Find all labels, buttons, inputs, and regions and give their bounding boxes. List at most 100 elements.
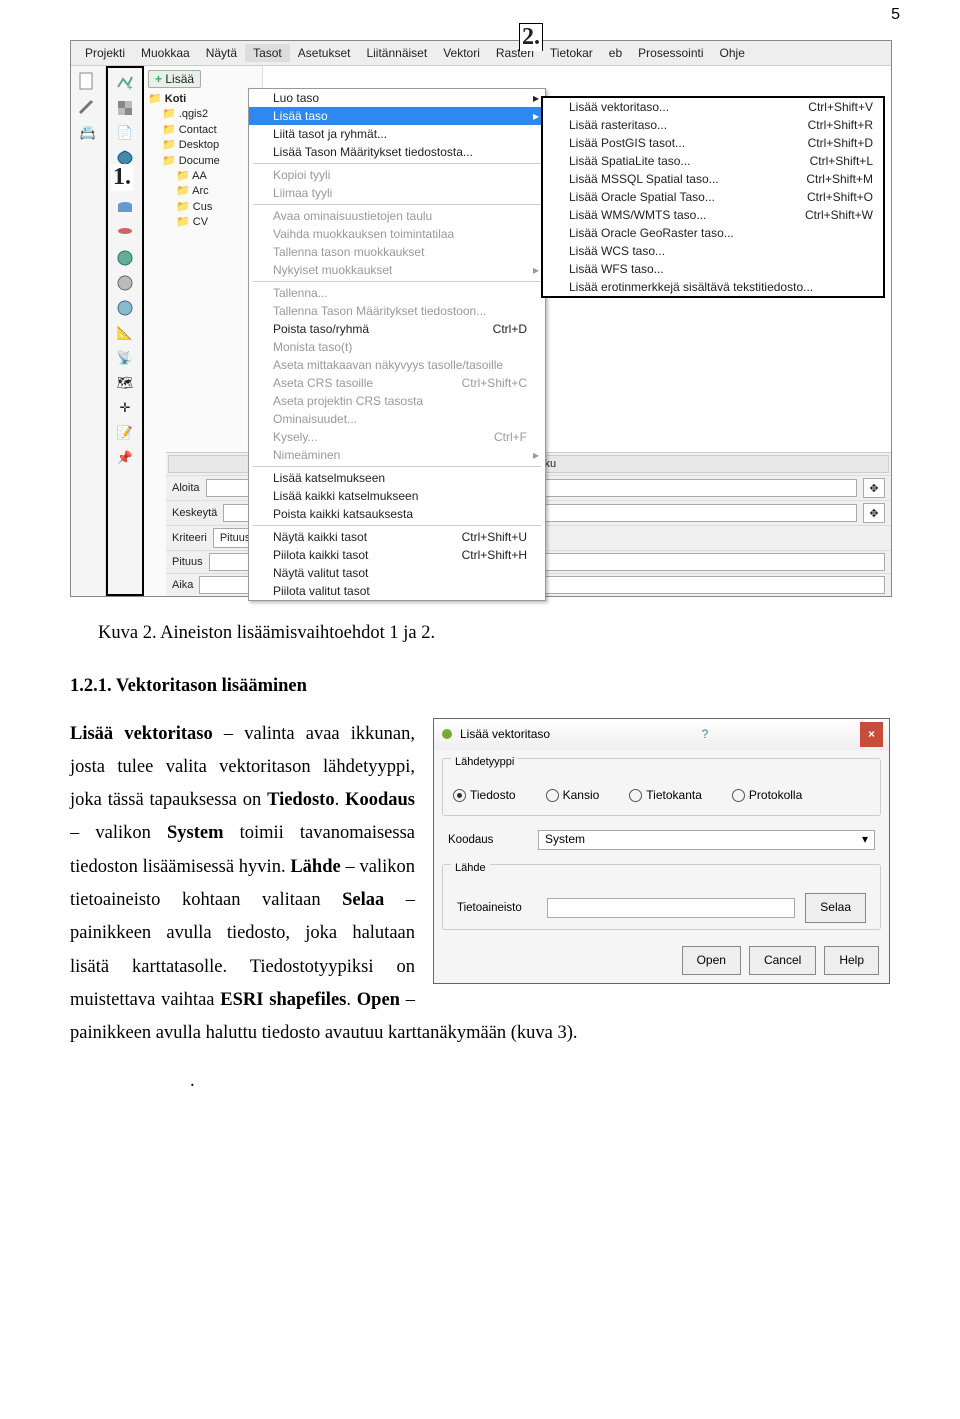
radio-protokolla[interactable]: Protokolla: [732, 785, 802, 807]
submenu-item[interactable]: Lisää PostGIS tasot...Ctrl+Shift+D: [543, 134, 883, 152]
lisaa-taso-submenu: Lisää vektoritaso...Ctrl+Shift+VLisää ra…: [541, 96, 885, 298]
add-vector-icon[interactable]: +: [114, 72, 136, 94]
menu-item: Liimaa tyyli: [249, 184, 545, 202]
tree-root[interactable]: Koti: [148, 92, 258, 107]
tree-item[interactable]: Docume: [162, 154, 258, 169]
menu-projekti[interactable]: Projekti: [77, 44, 133, 62]
tree-item[interactable]: Contact: [162, 123, 258, 138]
add-vector-dialog: Lisää vektoritaso ? × Lähdetyyppi Tiedos…: [433, 718, 890, 985]
submenu-item[interactable]: Lisää WCS taso...: [543, 242, 883, 260]
open-button[interactable]: Open: [682, 946, 741, 976]
add-oracle-icon[interactable]: [114, 222, 136, 244]
menu-item[interactable]: Liitä tasot ja ryhmät...: [249, 125, 545, 143]
lisaa-button[interactable]: + Lisää: [148, 70, 201, 88]
pencil-icon[interactable]: [77, 96, 99, 118]
tree-item[interactable]: .qgis2: [162, 107, 258, 122]
submenu-item[interactable]: Lisää Oracle Spatial Taso...Ctrl+Shift+O: [543, 188, 883, 206]
aika-label: Aika: [172, 579, 193, 591]
menu-item[interactable]: Näytä valitut tasot: [249, 564, 545, 582]
tree-item[interactable]: AA: [176, 169, 258, 184]
add-wcs-icon[interactable]: [114, 272, 136, 294]
menu-item[interactable]: Lisää Tason Määritykset tiedostosta...: [249, 143, 545, 161]
menu-item[interactable]: Piilota kaikki tasotCtrl+Shift+H: [249, 546, 545, 564]
radio-tietokanta[interactable]: Tietokanta: [629, 785, 702, 807]
submenu-item[interactable]: Lisää MSSQL Spatial taso...Ctrl+Shift+M: [543, 170, 883, 188]
menu-item[interactable]: Piilota valitut tasot: [249, 582, 545, 600]
menu-tietokar[interactable]: Tietokar: [542, 44, 601, 62]
add-csv-icon[interactable]: 📄: [114, 122, 136, 144]
page-number: 5: [891, 6, 900, 24]
menu-item: Nimeäminen: [249, 446, 545, 464]
menu-item: Avaa ominaisuustietojen taulu: [249, 207, 545, 225]
menu-item: Nykyiset muokkaukset: [249, 261, 545, 279]
cancel-button[interactable]: Cancel: [749, 946, 816, 976]
menu-item[interactable]: Lisää taso: [249, 107, 545, 125]
tietoaineisto-input[interactable]: [547, 898, 795, 918]
selaa-button[interactable]: Selaa: [805, 893, 866, 923]
submenu-item[interactable]: Lisää SpatiaLite taso...Ctrl+Shift+L: [543, 152, 883, 170]
menu-item[interactable]: Lisää kaikki katselmukseen: [249, 487, 545, 505]
menu-item[interactable]: Poista taso/ryhmäCtrl+D: [249, 320, 545, 338]
group-lahdetyyppi: Lähdetyyppi: [451, 753, 518, 773]
menu-muokkaa[interactable]: Muokkaa: [133, 44, 198, 62]
menu-item[interactable]: Poista kaikki katsauksesta: [249, 505, 545, 523]
submenu-item[interactable]: Lisää erotinmerkkejä sisältävä tekstitie…: [543, 278, 883, 296]
menu-vektori[interactable]: Vektori: [435, 44, 488, 62]
pin-icon[interactable]: 📌: [114, 447, 136, 469]
pituus-label: Pituus: [172, 556, 203, 568]
tree-item[interactable]: Desktop: [162, 138, 258, 153]
menu-ohje[interactable]: Ohje: [712, 44, 753, 62]
menu-tasot[interactable]: Tasot: [245, 44, 290, 62]
script-icon[interactable]: 📝: [114, 422, 136, 444]
menu-item[interactable]: Näytä kaikki tasotCtrl+Shift+U: [249, 528, 545, 546]
group-lahde: Lähde: [451, 859, 490, 879]
add-wfs-icon[interactable]: [114, 297, 136, 319]
submenu-item[interactable]: Lisää vektoritaso...Ctrl+Shift+V: [543, 98, 883, 116]
menu-item[interactable]: Luo taso: [249, 89, 545, 107]
dialog-title: Lisää vektoritaso: [440, 724, 550, 746]
close-button[interactable]: ×: [860, 722, 883, 748]
qgis-screenshot: 2. Projekti Muokkaa Näytä Tasot Asetukse…: [70, 40, 892, 597]
aloita-label: Aloita: [172, 482, 200, 494]
menu-nayta[interactable]: Näytä: [198, 44, 245, 62]
add-raster-icon[interactable]: [114, 97, 136, 119]
submenu-item[interactable]: Lisää Oracle GeoRaster taso...: [543, 224, 883, 242]
section-heading: 1.2.1. Vektoritason lisääminen: [70, 670, 890, 703]
submenu-item[interactable]: Lisää rasteritaso...Ctrl+Shift+R: [543, 116, 883, 134]
body-text: Kuva 2. Aineiston lisäämisvaihtoehdot 1 …: [70, 617, 890, 1098]
help-button[interactable]: Help: [824, 946, 879, 976]
toolbar-add-layer: + 📄 🐘 📐 📡 🗺 ✛ 📝 📌: [106, 66, 144, 596]
tree-item[interactable]: Arc: [176, 184, 258, 199]
submenu-item[interactable]: Lisää WMS/WMTS taso...Ctrl+Shift+W: [543, 206, 883, 224]
menu-liitannaiset[interactable]: Liitännäiset: [358, 44, 435, 62]
pick-end-button[interactable]: ✥: [863, 503, 885, 523]
koodaus-select[interactable]: System▾: [538, 830, 875, 850]
new-project-icon[interactable]: [77, 70, 99, 92]
menu-item: Ominaisuudet...: [249, 410, 545, 428]
menu-item: Tallenna tason muokkaukset: [249, 243, 545, 261]
layers-icon[interactable]: 📇: [77, 122, 99, 144]
new-shapefile-icon[interactable]: 📐: [114, 322, 136, 344]
submenu-item[interactable]: Lisää WFS taso...: [543, 260, 883, 278]
file-tree[interactable]: Koti .qgis2 Contact Desktop Docume AA Ar…: [148, 92, 258, 231]
radio-kansio[interactable]: Kansio: [546, 785, 600, 807]
gps-icon[interactable]: 📡: [114, 347, 136, 369]
tree-item[interactable]: Cus: [176, 200, 258, 215]
target-icon[interactable]: ✛: [114, 397, 136, 419]
kriteeri-label: Kriteeri: [172, 532, 207, 544]
menu-prosessointi[interactable]: Prosessointi: [630, 44, 711, 62]
menu-asetukset[interactable]: Asetukset: [290, 44, 359, 62]
pick-start-button[interactable]: ✥: [863, 478, 885, 498]
annotation-1: 1.: [111, 164, 133, 191]
figure-caption: Kuva 2. Aineiston lisäämisvaihtoehdot 1 …: [70, 617, 890, 650]
radio-tiedosto[interactable]: Tiedosto: [453, 785, 516, 807]
tree-item[interactable]: CV: [176, 215, 258, 230]
menu-bar: Projekti Muokkaa Näytä Tasot Asetukset L…: [71, 41, 891, 66]
menu-item: Kysely...Ctrl+F: [249, 428, 545, 446]
georaster-icon[interactable]: 🗺: [114, 372, 136, 394]
menu-item[interactable]: Lisää katselmukseen: [249, 469, 545, 487]
tietoaineisto-label: Tietoaineisto: [457, 898, 537, 919]
menu-web[interactable]: eb: [601, 44, 630, 62]
add-wms-icon[interactable]: [114, 247, 136, 269]
add-mssql-icon[interactable]: [114, 197, 136, 219]
